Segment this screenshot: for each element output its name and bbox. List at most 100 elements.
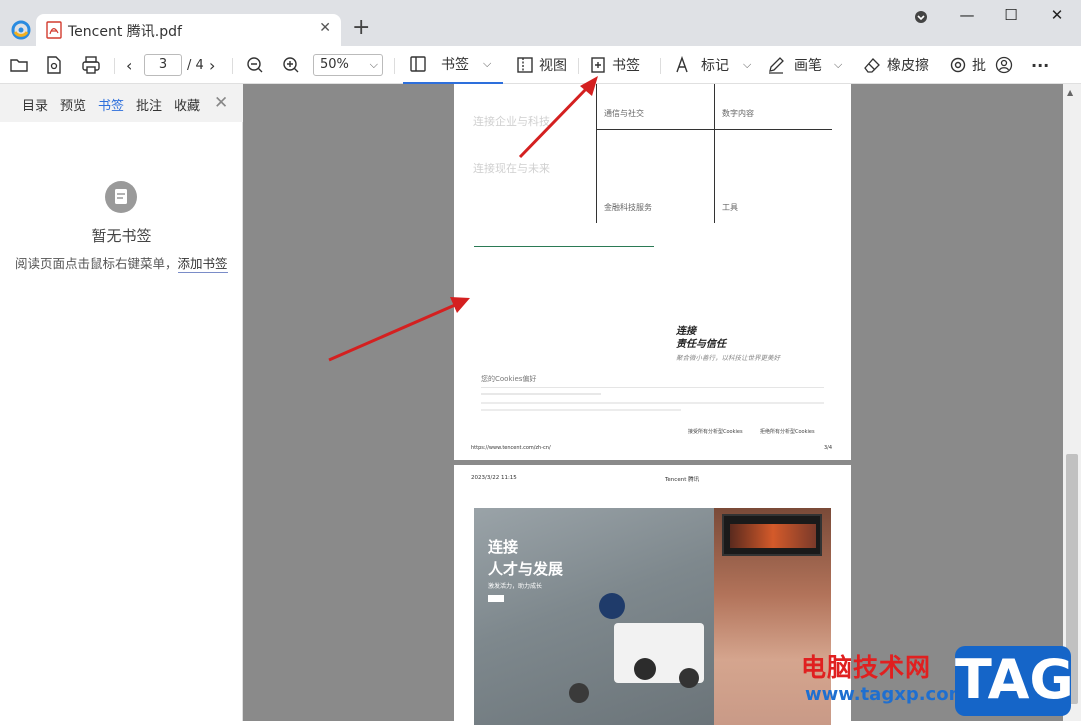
prev-page-button[interactable]: ‹ <box>126 46 132 84</box>
person-figure <box>679 668 699 688</box>
document-viewer[interactable]: 连接企业与科技 连接现在与未来 通信与社交 数字内容 金融科技服务 工具 连接 … <box>243 84 1063 725</box>
open-folder-button[interactable] <box>9 46 29 84</box>
zoom-select[interactable]: 50% ⌵ <box>313 54 383 76</box>
bookmark-panel-toggle[interactable]: 书签 ⌵ <box>403 46 503 84</box>
grid-cell-label: 金融科技服务 <box>604 203 652 212</box>
account-button[interactable] <box>995 46 1013 84</box>
text-line <box>481 402 824 404</box>
zoom-out-button[interactable] <box>246 46 264 84</box>
text-line <box>481 393 601 395</box>
document-tab[interactable]: Tencent 腾讯.pdf ✕ <box>36 14 341 46</box>
close-window-button[interactable]: ✕ <box>1042 6 1072 28</box>
empty-state-title: 暂无书签 <box>91 227 152 245</box>
pdf-page-4: 2023/3/22 11:15 Tencent 腾讯 连接 人才与发展 激发活力… <box>454 465 851 725</box>
toolbar-divider <box>660 58 661 74</box>
pen-button[interactable]: 画笔 ⌵ <box>767 46 842 84</box>
grid-line <box>714 84 715 223</box>
close-tab-icon[interactable]: ✕ <box>319 20 331 36</box>
tab-preview[interactable]: 预览 <box>60 95 86 114</box>
section-description: 聚合微小善行，以科技让世界更美好 <box>676 354 780 362</box>
page-number-group: 3 <box>144 46 182 84</box>
pdf-file-icon <box>46 21 62 39</box>
bookmark-sidebar: 目录 预览 书签 批注 收藏 ✕ 暂无书签 阅读页面点击鼠标右键菜单，添加书签 <box>0 84 243 721</box>
person-figure <box>569 683 589 703</box>
faint-heading: 连接现在与未来 <box>473 162 550 175</box>
watermark-tag: TAG <box>955 648 1074 711</box>
person-figure <box>634 658 656 680</box>
title-bar: Tencent 腾讯.pdf ✕ + — ☐ ✕ <box>0 0 1081 46</box>
accept-cookies-link[interactable]: 接受所有分析型Cookies <box>688 428 743 435</box>
page-footer-number: 3/4 <box>824 445 833 451</box>
person-figure <box>599 593 625 619</box>
toolbar: ‹ 3 / 4 › 50% ⌵ 书签 ⌵ 视图 书签 标记 ⌵ 画笔 ⌵ 橡皮擦… <box>0 46 1081 84</box>
photo-button <box>488 595 504 602</box>
photo-description: 激发活力，助力成长 <box>488 583 543 590</box>
zoom-in-button[interactable] <box>282 46 300 84</box>
divider <box>481 387 824 388</box>
view-button[interactable]: 视图 <box>516 46 567 84</box>
annotate-label: 批 <box>972 58 986 74</box>
tab-contents[interactable]: 目录 <box>22 95 48 114</box>
page-number-input[interactable]: 3 <box>144 54 182 76</box>
eraser-icon <box>864 58 880 73</box>
grid-line <box>596 129 832 130</box>
app-menu-icon[interactable] <box>906 10 936 32</box>
grid-cell-label: 工具 <box>722 203 738 212</box>
sidebar-tabs: 目录 预览 书签 批注 收藏 ✕ <box>0 84 243 122</box>
page-footer-url: https://www.tencent.com/zh-cn/ <box>471 445 551 451</box>
page-header-date: 2023/3/22 11:15 <box>471 475 517 481</box>
section-subtitle: 责任与信任 <box>676 339 726 350</box>
add-bookmark-link[interactable]: 添加书签 <box>177 256 228 273</box>
tab-bookmarks[interactable]: 书签 <box>98 95 124 114</box>
chevron-down-icon: ⌵ <box>834 58 843 71</box>
watermark-logo: TAG <box>955 646 1074 716</box>
save-file-button[interactable] <box>45 46 63 84</box>
toolbar-divider <box>578 58 579 74</box>
more-options-button[interactable]: ··· <box>1031 46 1049 84</box>
watermark-site-name: 电脑技术网 <box>801 653 932 682</box>
close-sidebar-icon[interactable]: ✕ <box>214 93 228 113</box>
highlight-icon <box>676 56 688 73</box>
vertical-scrollbar[interactable]: ▲ <box>1063 84 1081 721</box>
minimize-button[interactable]: — <box>952 6 982 28</box>
grid-line <box>596 84 597 223</box>
folder-icon <box>10 59 28 72</box>
view-label: 视图 <box>539 58 567 74</box>
tv-screen <box>722 514 822 556</box>
tab-favorites[interactable]: 收藏 <box>174 95 200 114</box>
chevron-down-icon: ⌵ <box>483 57 492 70</box>
file-search-icon <box>47 56 61 74</box>
grid-cell-label: 通信与社交 <box>604 109 644 118</box>
new-tab-button[interactable]: + <box>352 17 370 39</box>
page-total: / 4 <box>187 57 204 73</box>
app-logo-icon[interactable] <box>11 20 31 40</box>
mark-button[interactable]: 标记 ⌵ <box>673 46 751 84</box>
eraser-button[interactable]: 橡皮擦 <box>863 46 929 84</box>
printer-icon <box>82 56 100 74</box>
photo-subtitle: 人才与发展 <box>488 560 564 578</box>
add-bookmark-button[interactable]: 书签 <box>590 46 640 84</box>
bookmark-panel-label: 书签 <box>441 57 469 73</box>
office-photo: 连接 人才与发展 激发活力，助力成长 <box>474 508 831 725</box>
image-edge-line <box>474 246 654 247</box>
toolbar-divider <box>394 58 395 74</box>
reject-cookies-link[interactable]: 拒绝所有分析型Cookies <box>760 428 815 435</box>
chevron-down-icon: ⌵ <box>743 58 752 71</box>
pen-label: 画笔 <box>794 58 822 74</box>
maximize-button[interactable]: ☐ <box>996 6 1026 28</box>
zoom-in-icon <box>283 57 299 73</box>
empty-hint-text: 阅读页面点击鼠标右键菜单， <box>15 256 178 271</box>
photo-title: 连接 <box>488 538 519 556</box>
annotate-button[interactable]: 批 <box>949 46 986 84</box>
scroll-up-icon[interactable]: ▲ <box>1067 88 1073 97</box>
watermark-url: www.tagxp.com <box>805 684 968 705</box>
next-page-button[interactable]: › <box>209 46 215 84</box>
toolbar-divider <box>232 58 233 74</box>
add-bookmark-label: 书签 <box>612 58 640 74</box>
gear-icon <box>950 57 966 73</box>
print-button[interactable] <box>81 46 101 84</box>
tab-annotations[interactable]: 批注 <box>136 95 162 114</box>
zoom-out-icon <box>247 57 263 73</box>
view-icon <box>517 57 533 73</box>
eraser-label: 橡皮擦 <box>887 58 929 74</box>
